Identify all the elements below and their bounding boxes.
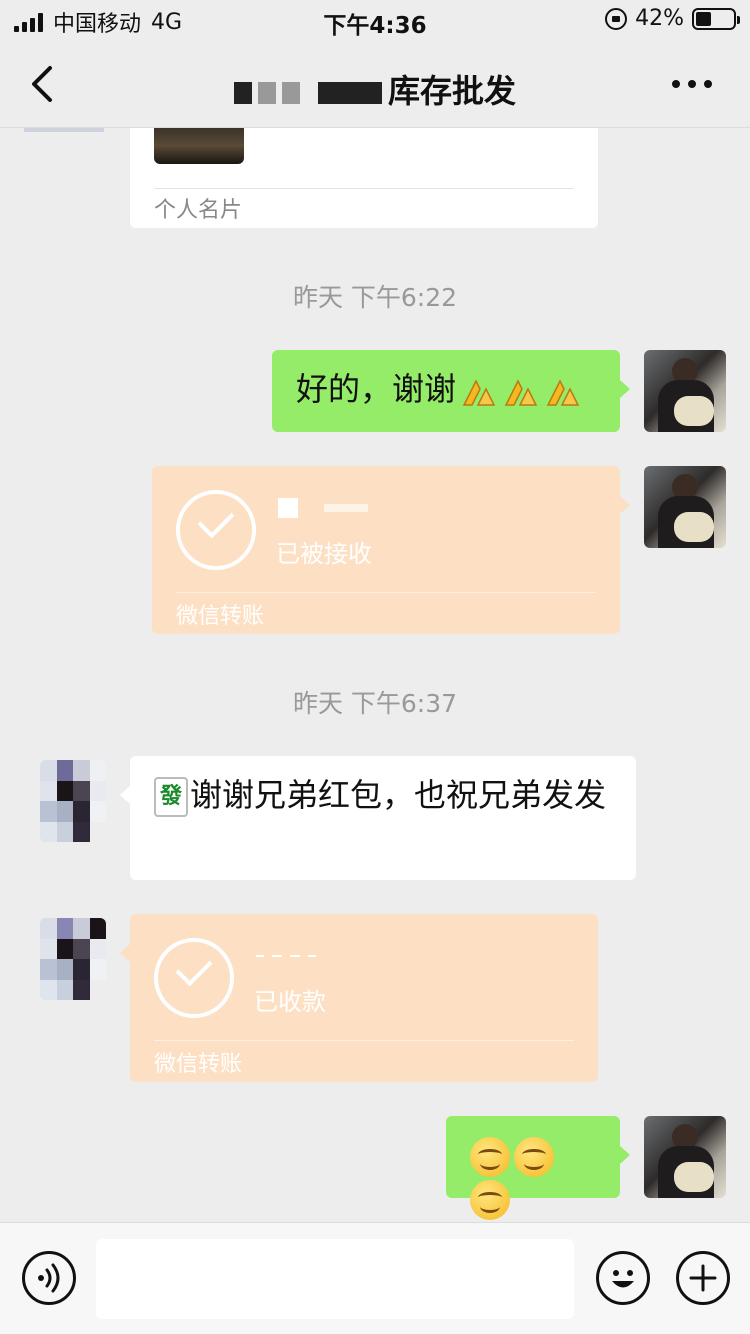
check-circle-icon bbox=[154, 938, 234, 1018]
transfer-footer: 微信转账 bbox=[176, 604, 265, 629]
emoji-icon bbox=[612, 1270, 634, 1288]
smile-emoji-icon bbox=[470, 1180, 510, 1220]
battery-percent: 42% bbox=[635, 6, 684, 31]
my-avatar[interactable] bbox=[644, 350, 726, 432]
chat-title-text: 库存批发 bbox=[387, 72, 516, 110]
redacted-block bbox=[317, 82, 382, 104]
transfer-status: 已收款 bbox=[254, 988, 326, 1016]
pray-emoji-icon bbox=[504, 379, 538, 406]
message-bubble-sent[interactable] bbox=[446, 1116, 630, 1220]
dot-icon bbox=[704, 80, 712, 88]
timestamp: 昨天 下午6:37 bbox=[292, 689, 458, 718]
my-avatar[interactable] bbox=[644, 466, 726, 548]
voice-icon bbox=[38, 1263, 60, 1293]
redacted-block bbox=[233, 82, 252, 104]
divider bbox=[154, 188, 574, 189]
dot-icon bbox=[688, 80, 696, 88]
battery-icon bbox=[692, 7, 740, 30]
more-button[interactable] bbox=[672, 70, 722, 98]
transfer-status: 已被接收 bbox=[276, 540, 372, 568]
emoji-button[interactable] bbox=[596, 1251, 650, 1305]
rotation-lock-icon bbox=[605, 7, 628, 30]
message-text: 好的，谢谢 bbox=[296, 370, 457, 408]
message-bubble-received[interactable]: 發谢谢兄弟红包，也祝兄弟发发 bbox=[120, 756, 636, 880]
message-text: 谢谢兄弟红包，也祝兄弟发发 bbox=[190, 776, 607, 814]
redacted-block bbox=[281, 82, 300, 104]
message-list[interactable]: 个人名片 昨天 下午6:22 好的，谢谢 已被接收 微信转账 昨天 下午6:37… bbox=[0, 128, 750, 1222]
check-circle-icon bbox=[176, 490, 256, 570]
divider bbox=[154, 1040, 574, 1041]
transfer-footer: 微信转账 bbox=[154, 1052, 243, 1077]
status-bar: 中国移动 4G 下午4:36 42% bbox=[0, 0, 750, 40]
message-input[interactable] bbox=[96, 1239, 574, 1319]
voice-button[interactable] bbox=[22, 1251, 76, 1305]
friend-avatar[interactable] bbox=[40, 918, 106, 1000]
message-bubble-sent[interactable]: 好的，谢谢 bbox=[272, 350, 630, 432]
smile-emoji-icon bbox=[514, 1137, 554, 1177]
chat-title: 库存批发 bbox=[0, 66, 750, 112]
contact-card-thumbnail bbox=[154, 128, 244, 164]
dot-icon bbox=[672, 80, 680, 88]
smile-emoji-icon bbox=[470, 1137, 510, 1177]
transfer-amount-redacted bbox=[278, 496, 368, 520]
contact-card-label: 个人名片 bbox=[154, 198, 243, 223]
pray-emoji-icon bbox=[546, 379, 580, 406]
transfer-message-received[interactable]: 已收款 微信转账 bbox=[120, 914, 598, 1082]
contact-card-message[interactable]: 个人名片 bbox=[130, 128, 598, 228]
redacted-block bbox=[257, 82, 276, 104]
divider bbox=[176, 592, 596, 593]
more-functions-button[interactable] bbox=[676, 1251, 730, 1305]
transfer-amount-redacted bbox=[256, 944, 316, 968]
mahjong-fa-emoji-icon: 發 bbox=[154, 777, 188, 817]
pray-emoji-icon bbox=[462, 379, 496, 406]
my-avatar[interactable] bbox=[644, 1116, 726, 1198]
friend-avatar[interactable] bbox=[40, 760, 106, 842]
transfer-message-sent[interactable]: 已被接收 微信转账 bbox=[152, 466, 630, 634]
plus-icon bbox=[689, 1264, 717, 1292]
chat-header: 库存批发 bbox=[0, 40, 750, 128]
friend-avatar-partial bbox=[24, 128, 104, 132]
timestamp: 昨天 下午6:22 bbox=[292, 283, 458, 312]
input-bar bbox=[0, 1222, 750, 1334]
